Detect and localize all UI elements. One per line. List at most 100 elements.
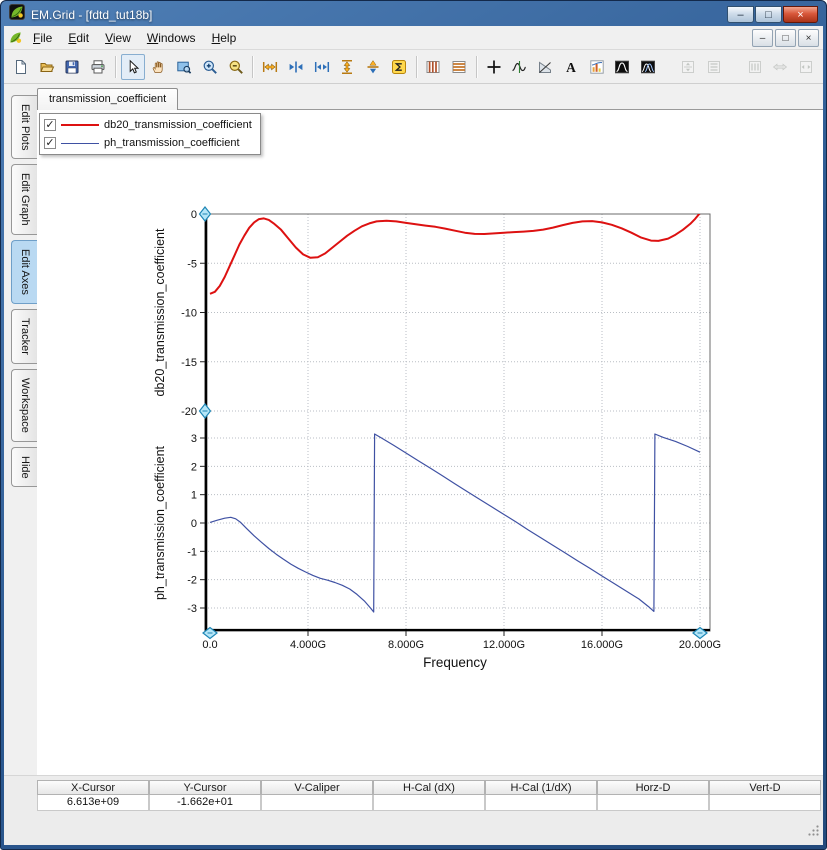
status-value: [373, 795, 485, 811]
minimize-button[interactable]: –: [727, 6, 754, 23]
scale-x-button[interactable]: [284, 54, 308, 80]
sidebar-tab-tracker[interactable]: Tracker: [11, 308, 37, 364]
legend-line-sample: [61, 124, 99, 126]
svg-text:-20: -20: [181, 406, 197, 418]
mdi-close-button[interactable]: ×: [798, 29, 819, 47]
fft-button[interactable]: [610, 54, 634, 80]
compress-x-button[interactable]: [310, 54, 334, 80]
expand-horizontal-button[interactable]: [768, 54, 792, 80]
text-annotation-button[interactable]: A: [559, 54, 583, 80]
mdi-minimize-button[interactable]: –: [752, 29, 773, 47]
compress-x-icon: [314, 61, 329, 72]
status-col-x-cursor: X-Cursor: [37, 780, 149, 795]
windowed-fft-button[interactable]: [636, 54, 660, 80]
toolbar-separator: [252, 55, 254, 78]
sidebar-tab-hide[interactable]: Hide: [11, 446, 37, 488]
zoom-window-button[interactable]: [172, 54, 196, 80]
status-value: [709, 795, 821, 811]
legend-label: db20_transmission_coefficient: [104, 119, 252, 131]
expand-y-button[interactable]: [335, 54, 359, 80]
menu-edit[interactable]: Edit: [60, 28, 97, 48]
status-col-v-caliper: V-Caliper: [261, 780, 373, 795]
mini-chart-icon: [589, 59, 604, 74]
svg-text:0: 0: [191, 518, 197, 530]
svg-text:20.000G: 20.000G: [679, 639, 721, 651]
menu-windows[interactable]: Windows: [139, 28, 204, 48]
scale-y-button[interactable]: [361, 54, 385, 80]
menu-file[interactable]: File: [25, 28, 60, 48]
status-value: [485, 795, 597, 811]
grid-lines: [205, 214, 710, 631]
x-axis-label: Frequency: [423, 655, 487, 670]
svg-text:12.000G: 12.000G: [483, 639, 525, 651]
insert-chart-button[interactable]: [585, 54, 609, 80]
cursor-readout-table: X-Cursor Y-Cursor V-Caliper H-Cal (dX) H-Cal…: [37, 780, 821, 811]
crosshair-cursor-button[interactable]: [482, 54, 506, 80]
open-file-button[interactable]: [35, 54, 59, 80]
pan-hand-icon: [153, 60, 163, 73]
y-axis-handle-bottom[interactable]: [198, 403, 212, 419]
expand-y-icon: [342, 59, 353, 74]
floppy-icon: [65, 60, 79, 73]
pan-button[interactable]: [147, 54, 171, 80]
status-col-h-cal-dx-: H-Cal (dX): [373, 780, 485, 795]
legend-line-sample: [61, 142, 99, 144]
legend-label: ph_transmission_coefficient: [104, 137, 240, 149]
horizontal-grid-button[interactable]: [447, 54, 471, 80]
scale-x-icon: [289, 61, 303, 72]
sidebar-tab-workspace[interactable]: Workspace: [11, 368, 37, 442]
vertical-range-button[interactable]: [702, 54, 726, 80]
plot-document: ✓ db20_transmission_coefficient ✓ ph_transm…: [37, 110, 823, 775]
tab-transmission-coefficient[interactable]: transmission_coefficient: [37, 88, 179, 110]
auto-scale-button[interactable]: [387, 54, 411, 80]
fit-vertical-button[interactable]: [677, 54, 701, 80]
maximize-button[interactable]: □: [755, 6, 782, 23]
y-axis-handle-top[interactable]: [198, 206, 212, 222]
curve-db20_transmission_coefficient: [209, 214, 701, 295]
mdi-restore-button[interactable]: □: [775, 29, 796, 47]
vertical-range-icon: [708, 60, 721, 73]
zoom-out-button[interactable]: [224, 54, 248, 80]
save-file-button[interactable]: [60, 54, 84, 80]
horizontal-range-button[interactable]: [743, 54, 767, 80]
window-body: Edit Plots Edit Graph Edit Axes Tracker Work…: [4, 84, 823, 775]
column-stripes-icon: [426, 60, 440, 73]
legend-checkbox[interactable]: ✓: [44, 137, 56, 149]
print-button[interactable]: [86, 54, 110, 80]
plot-canvas[interactable]: 0 -5 -10 -15 -20 3 2 1 0 -1 -2 -3 0.0 4.000G 8.000G 12.…: [140, 199, 740, 699]
menu-items: File Edit View Windows Help: [25, 28, 244, 48]
legend-checkbox[interactable]: ✓: [44, 119, 56, 131]
new-document-button[interactable]: [9, 54, 33, 80]
svg-text:A: A: [566, 59, 576, 74]
status-bar: X-Cursor Y-Cursor V-Caliper H-Cal (dX) H-Cal…: [4, 775, 823, 845]
fit-horizontal-button[interactable]: [794, 54, 818, 80]
mdi-buttons: – □ ×: [752, 29, 819, 47]
svg-text:3: 3: [191, 433, 197, 445]
vertical-grid-button[interactable]: [422, 54, 446, 80]
close-button[interactable]: ×: [783, 6, 818, 23]
status-col-vert-d: Vert-D: [709, 780, 821, 795]
zoom-in-button[interactable]: [198, 54, 222, 80]
status-col-horz-d: Horz-D: [597, 780, 709, 795]
resize-grip[interactable]: [807, 824, 820, 842]
slope-measure-button[interactable]: [533, 54, 557, 80]
zoom-out-icon: [229, 60, 243, 74]
sidebar-tab-edit-plots[interactable]: Edit Plots: [11, 95, 37, 160]
status-col-y-cursor: Y-Cursor: [149, 780, 261, 795]
status-col-h-cal-1-dx-: H-Cal (1/dX): [485, 780, 597, 795]
tracker-cursor-button[interactable]: [508, 54, 532, 80]
svg-text:-3: -3: [187, 603, 197, 615]
expand-x-icon: [263, 61, 278, 72]
waveform-icon: [615, 60, 630, 73]
menu-help[interactable]: Help: [204, 28, 245, 48]
double-waveform-icon: [641, 60, 656, 73]
select-cursor-button[interactable]: [120, 53, 145, 80]
window-title: EM.Grid - [fdtd_tut18b]: [31, 7, 153, 22]
app-icon-small: [8, 30, 23, 45]
svg-text:4.000G: 4.000G: [290, 639, 326, 651]
menu-view[interactable]: View: [97, 28, 139, 48]
sidebar-tab-edit-graph[interactable]: Edit Graph: [11, 164, 37, 236]
sidebar-tab-edit-axes[interactable]: Edit Axes: [11, 240, 37, 304]
expand-x-button[interactable]: [258, 54, 282, 80]
printer-icon: [91, 59, 105, 73]
